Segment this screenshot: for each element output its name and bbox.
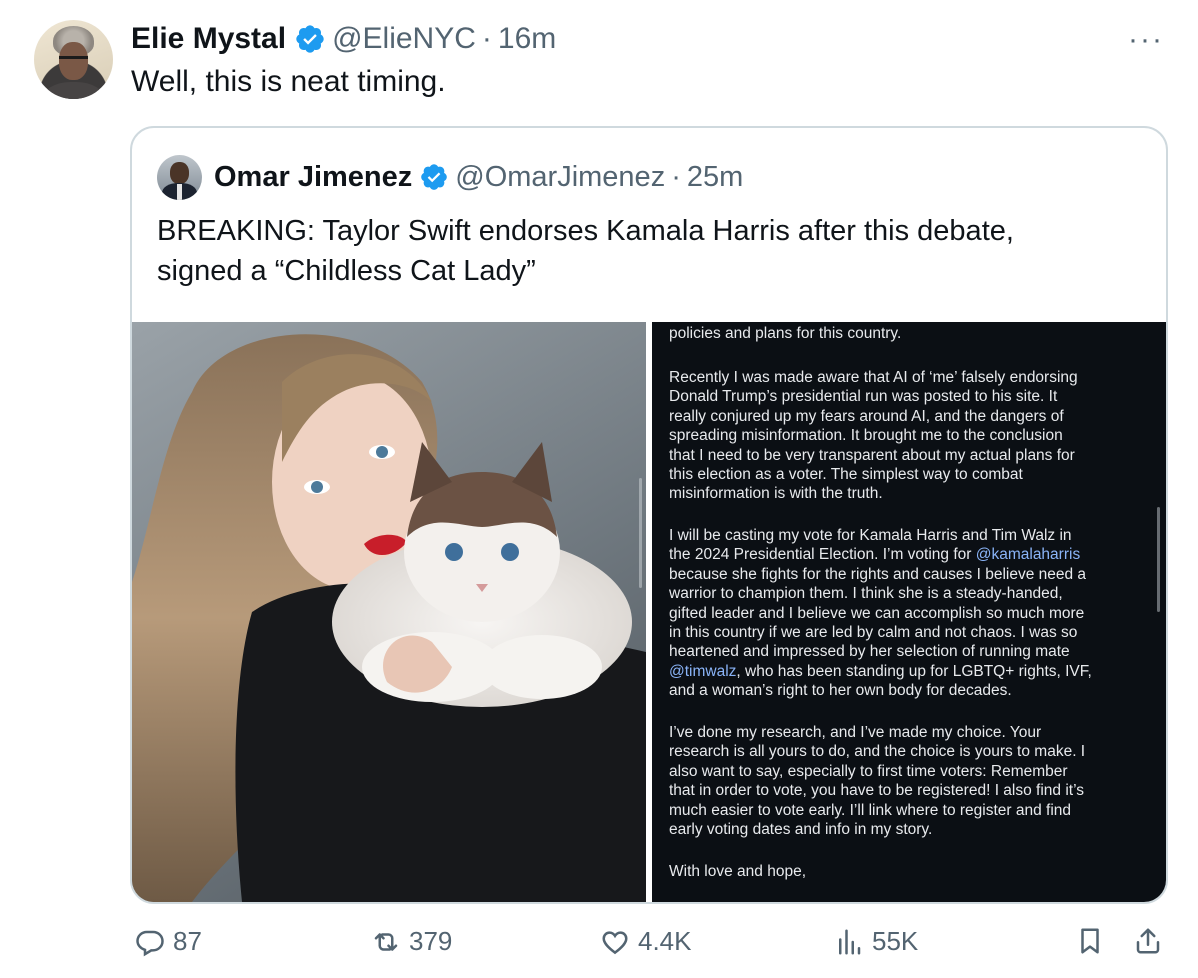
statement-line: I’ve done my research, and I’ve made my … [669, 724, 1042, 741]
statement-para-2: I will be casting my vote for Kamala Har… [669, 526, 1149, 701]
statement-para-3: I’ve done my research, and I’ve made my … [669, 723, 1149, 839]
statement-line: this election as a voter. The simplest w… [669, 466, 1023, 484]
views-button[interactable]: 55K [834, 926, 918, 957]
statement-para-1: Recently I was made aware that AI of ‘me… [669, 368, 1149, 504]
statement-line: Recently I was made aware that AI of ‘me… [669, 369, 1078, 386]
quoted-author-handle[interactable]: @OmarJimenez [455, 161, 665, 194]
statement-signoff: With love and hope, [669, 863, 807, 880]
statement-line: really conjured up my fears around AI, a… [669, 407, 1064, 425]
statement-line: in this country if we are led by calm an… [669, 624, 1078, 642]
photo-statement-screenshot[interactable]: policies and plans for this country. Rec… [652, 322, 1166, 902]
share-button[interactable] [1133, 926, 1171, 956]
quoted-verified-badge-icon [419, 162, 449, 192]
author-avatar[interactable] [34, 20, 113, 99]
photo-taylor-with-cat[interactable] [132, 322, 646, 902]
statement-scroll-indicator [1157, 507, 1160, 612]
quoted-separator-dot: · [671, 160, 681, 193]
reply-button[interactable]: 87 [135, 926, 202, 957]
views-chart-icon [839, 929, 861, 954]
statement-line: that I need to be very transparent about… [669, 446, 1075, 464]
share-icon [1136, 928, 1160, 954]
like-button[interactable]: 4.4K [600, 926, 692, 957]
like-count: 4.4K [638, 926, 692, 956]
quoted-text-line: BREAKING: Taylor Swift endorses Kamala H… [157, 215, 1014, 247]
author-name[interactable]: Elie Mystal [131, 22, 286, 56]
statement-line: spreading misinformation. It brought me … [669, 427, 1063, 445]
quoted-tweet-header: Omar Jimenez @OmarJimenez · 25m [214, 157, 743, 197]
statement-line: research is all yours to do, and the cho… [669, 743, 1086, 761]
repost-button[interactable]: 379 [371, 926, 452, 957]
repost-count: 379 [409, 926, 453, 956]
quoted-tweet-card[interactable]: Omar Jimenez @OmarJimenez · 25m BREAKING… [130, 126, 1168, 904]
tweet-time[interactable]: 16m [498, 22, 556, 56]
heart-icon [602, 930, 628, 954]
separator-dot: · [481, 22, 492, 55]
quoted-text-line: signed a “Childless Cat Lady” [157, 255, 536, 287]
statement-line: much easier to vote early. I’ll link whe… [669, 801, 1072, 819]
statement-text: , who has been standing up for LGBTQ+ ri… [736, 662, 1092, 680]
statement-line: misinformation is with the truth. [669, 485, 883, 503]
tweet-action-bar: 87 379 4.4K 55K [0, 920, 1198, 976]
statement-line: also want to say, especially to first ti… [669, 762, 1068, 780]
statement-line: early voting dates and info in my story. [669, 821, 933, 839]
reply-icon [136, 930, 164, 956]
statement-line: heartened and impressed by her selection… [669, 643, 1070, 661]
photo-illustration [132, 334, 646, 902]
tweet-header: Elie Mystal @ElieNYC · 16m [131, 19, 556, 59]
more-options-icon[interactable]: ··· [1128, 25, 1164, 55]
media-scroll-indicator [639, 478, 642, 588]
reply-count: 87 [173, 926, 202, 956]
statement-line: that in order to vote, you have to be re… [669, 782, 1085, 800]
bookmark-button[interactable] [1075, 926, 1113, 956]
statement-line: warrior to champion them. I think she is… [669, 585, 1063, 603]
quoted-author-avatar[interactable] [157, 155, 202, 200]
statement-line: I will be casting my vote for Kamala Har… [669, 527, 1072, 544]
mention-timwalz: @timwalz [669, 662, 737, 680]
repost-icon [374, 932, 398, 951]
statement-line: gifted leader and I believe we can accom… [669, 604, 1085, 622]
statement-para-0: policies and plans for this country. [669, 325, 902, 342]
bookmark-icon [1081, 928, 1099, 954]
quoted-author-name[interactable]: Omar Jimenez [214, 161, 412, 194]
views-count: 55K [872, 926, 919, 956]
tweet-text: Well, this is neat timing. [131, 65, 446, 98]
quoted-tweet-text: BREAKING: Taylor Swift endorses Kamala H… [157, 211, 1147, 291]
quoted-tweet-time[interactable]: 25m [687, 161, 743, 194]
statement-line: the 2024 Presidential Election. I’m voti… [669, 545, 1149, 564]
statement-line: because she fights for the rights and ca… [669, 565, 1087, 583]
statement-line: and a woman’s right to her own body for … [669, 682, 1012, 700]
mention-kamalaharris: @kamalaharris [975, 546, 1081, 564]
statement-line: Donald Trump’s presidential run was post… [669, 388, 1058, 406]
verified-badge-icon [294, 23, 326, 55]
statement-line: @timwalz, who has been standing up for L… [669, 662, 1149, 681]
author-handle[interactable]: @ElieNYC [332, 22, 476, 56]
statement-text: the 2024 Presidential Election. I’m voti… [669, 546, 976, 564]
